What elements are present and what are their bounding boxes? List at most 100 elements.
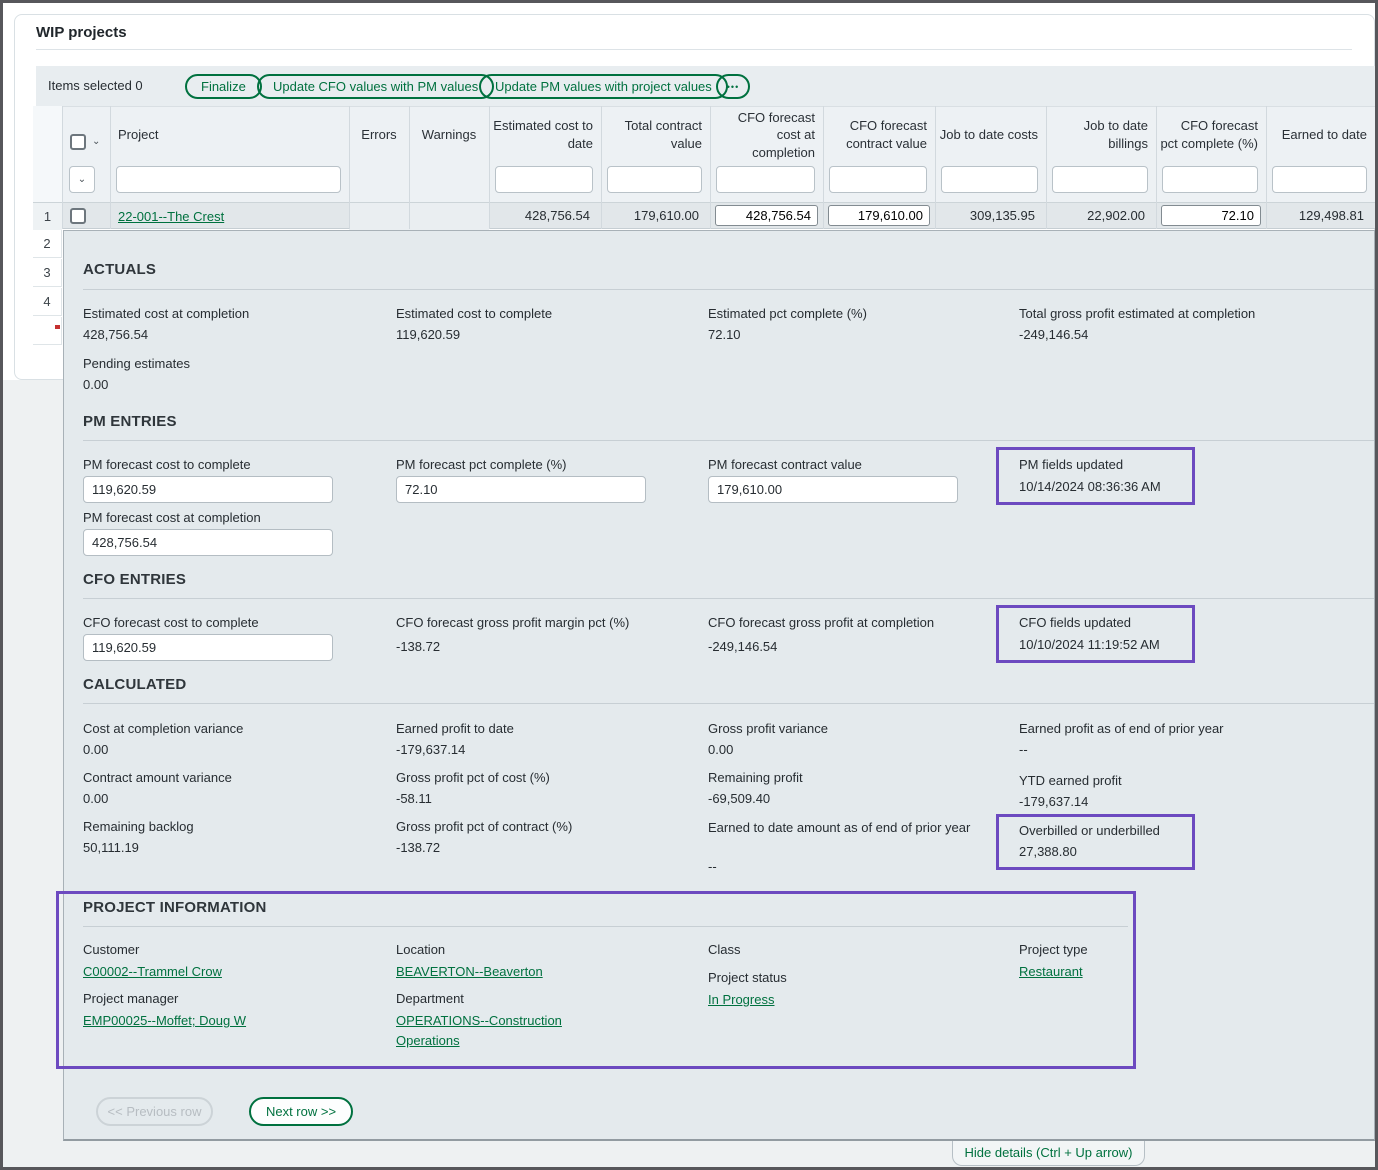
est-cost-completion-value: 428,756.54 <box>83 327 148 342</box>
ep-prior-year-value: -- <box>1019 742 1028 757</box>
toolbar: Items selected 0 Finalize Update CFO val… <box>36 66 1375 106</box>
hide-details-tab[interactable]: Hide details (Ctrl + Up arrow) <box>952 1141 1145 1166</box>
remaining-backlog-value: 50,111.19 <box>83 840 139 855</box>
cfo-gp-margin-value: -138.72 <box>396 639 440 654</box>
row-filter-dropdown-button[interactable]: ⌄ <box>69 166 95 193</box>
col-separator <box>349 106 350 229</box>
calculated-section-title: CALCULATED <box>83 676 186 693</box>
cfo-cost-to-complete-label: CFO forecast cost to complete <box>83 615 259 630</box>
row-number-2: 2 <box>33 230 62 258</box>
pm-cost-at-completion-input[interactable] <box>83 529 333 556</box>
section-divider <box>83 703 1374 704</box>
pm-cost-to-complete-input[interactable] <box>83 476 333 503</box>
select-all-checkbox[interactable] <box>70 134 86 150</box>
update-cfo-values-button[interactable]: Update CFO values with PM values <box>257 74 494 99</box>
finalize-button[interactable]: Finalize <box>185 74 262 99</box>
gp-pct-cost-value: -58.11 <box>396 791 432 806</box>
cfo-gp-completion-value: -249,146.54 <box>708 639 777 654</box>
remaining-backlog-label: Remaining backlog <box>83 819 194 834</box>
contract-var-label: Contract amount variance <box>83 770 232 785</box>
overbilled-highlight <box>996 814 1195 870</box>
pm-pct-complete-input[interactable] <box>396 476 646 503</box>
col-cfo-pct-header: CFO forecast pct complete (%) <box>1160 106 1258 164</box>
gp-pct-cost-label: Gross profit pct of cost (%) <box>396 770 550 785</box>
col-separator <box>935 106 936 229</box>
row-number-4: 4 <box>33 288 62 316</box>
est-pct-complete-value: 72.10 <box>708 327 741 342</box>
pm-pct-complete-label: PM forecast pct complete (%) <box>396 457 567 472</box>
ytd-earned-profit-label: YTD earned profit <box>1019 773 1122 788</box>
cfo-fields-updated-highlight <box>996 605 1195 663</box>
col-separator <box>110 106 111 229</box>
update-pm-values-button[interactable]: Update PM values with project values <box>479 74 728 99</box>
title-divider <box>36 49 1352 50</box>
col-cfo-contract-header: CFO forecast contract value <box>827 106 927 164</box>
row1-total-contract: 179,610.00 <box>605 203 699 230</box>
filter-cfo-pct-input[interactable] <box>1162 166 1258 193</box>
pm-contract-value-label: PM forecast contract value <box>708 457 862 472</box>
pending-estimates-label: Pending estimates <box>83 356 190 371</box>
section-divider <box>83 289 1374 290</box>
filter-cfo-cost-input[interactable] <box>716 166 815 193</box>
cfo-gp-completion-label: CFO forecast gross profit at completion <box>708 615 934 630</box>
filter-project-input[interactable] <box>116 166 341 193</box>
etd-prior-year-label: Earned to date amount as of end of prior… <box>708 819 993 837</box>
row1-estimated-cost: 428,756.54 <box>493 203 590 230</box>
select-all-chevron-icon[interactable]: ⌄ <box>92 136 100 147</box>
more-actions-button[interactable]: ••• <box>716 74 750 99</box>
contract-var-value: 0.00 <box>83 791 108 806</box>
row1-number: 1 <box>33 203 62 230</box>
filter-earned-input[interactable] <box>1272 166 1367 193</box>
col-separator <box>710 106 711 229</box>
cfo-entries-section-title: CFO ENTRIES <box>83 571 186 588</box>
col-warnings-header: Warnings <box>409 106 489 164</box>
col-separator <box>1266 106 1267 229</box>
est-cost-complete-value: 119,620.59 <box>396 327 460 342</box>
row1-jtd-billings: 22,902.00 <box>1050 203 1145 230</box>
col-separator <box>601 106 602 229</box>
gp-variance-value: 0.00 <box>708 742 733 757</box>
screen: WIP projects Items selected 0 Finalize U… <box>0 0 1378 1170</box>
remaining-profit-value: -69,509.40 <box>708 791 770 806</box>
pm-fields-updated-highlight <box>996 447 1195 505</box>
remaining-profit-label: Remaining profit <box>708 770 803 785</box>
table-row: 1 22-001--The Crest 428,756.54 179,610.0… <box>33 202 1375 229</box>
ep-prior-year-label: Earned profit as of end of prior year <box>1019 721 1224 736</box>
row-error-tick <box>55 325 60 329</box>
ytd-earned-profit-value: -179,637.14 <box>1019 794 1088 809</box>
total-gp-est-value: -249,146.54 <box>1019 327 1088 342</box>
col-separator <box>489 106 490 229</box>
earned-profit-label: Earned profit to date <box>396 721 514 736</box>
project-information-highlight <box>56 891 1136 1069</box>
filter-jtd-costs-input[interactable] <box>941 166 1038 193</box>
pm-entries-section-title: PM ENTRIES <box>83 413 177 430</box>
pm-cost-to-complete-label: PM forecast cost to complete <box>83 457 251 472</box>
row-number-3: 3 <box>33 259 62 287</box>
row1-cfo-pct-input[interactable] <box>1161 205 1261 226</box>
filter-estimated-cost-input[interactable] <box>495 166 593 193</box>
row1-warnings-cell <box>409 203 489 230</box>
cfo-cost-to-complete-input[interactable] <box>83 634 333 661</box>
col-cfo-cost-completion-header: CFO forecast cost at completion <box>714 106 815 164</box>
col-project-header: Project <box>118 106 338 164</box>
est-cost-complete-label: Estimated cost to complete <box>396 306 552 321</box>
page-title: WIP projects <box>36 24 127 41</box>
previous-row-button[interactable]: << Previous row <box>96 1097 213 1126</box>
cost-var-value: 0.00 <box>83 742 108 757</box>
col-separator <box>823 106 824 229</box>
col-jtd-billings-header: Job to date billings <box>1050 106 1148 164</box>
filter-cfo-contract-input[interactable] <box>829 166 927 193</box>
row1-cfo-cost-input[interactable] <box>715 205 818 226</box>
filter-total-contract-input[interactable] <box>607 166 702 193</box>
row1-errors-cell <box>349 203 409 230</box>
pm-contract-value-input[interactable] <box>708 476 958 503</box>
filter-jtd-billings-input[interactable] <box>1052 166 1148 193</box>
row1-earned-to-date: 129,498.81 <box>1270 203 1364 230</box>
next-row-button[interactable]: Next row >> <box>249 1097 353 1126</box>
col-jtd-costs-header: Job to date costs <box>939 106 1038 164</box>
gp-pct-contract-label: Gross profit pct of contract (%) <box>396 819 572 834</box>
row1-cfo-contract-input[interactable] <box>828 205 930 226</box>
etd-prior-year-value: -- <box>708 859 717 874</box>
row1-project-link[interactable]: 22-001--The Crest <box>118 209 224 224</box>
row1-checkbox[interactable] <box>70 208 86 224</box>
